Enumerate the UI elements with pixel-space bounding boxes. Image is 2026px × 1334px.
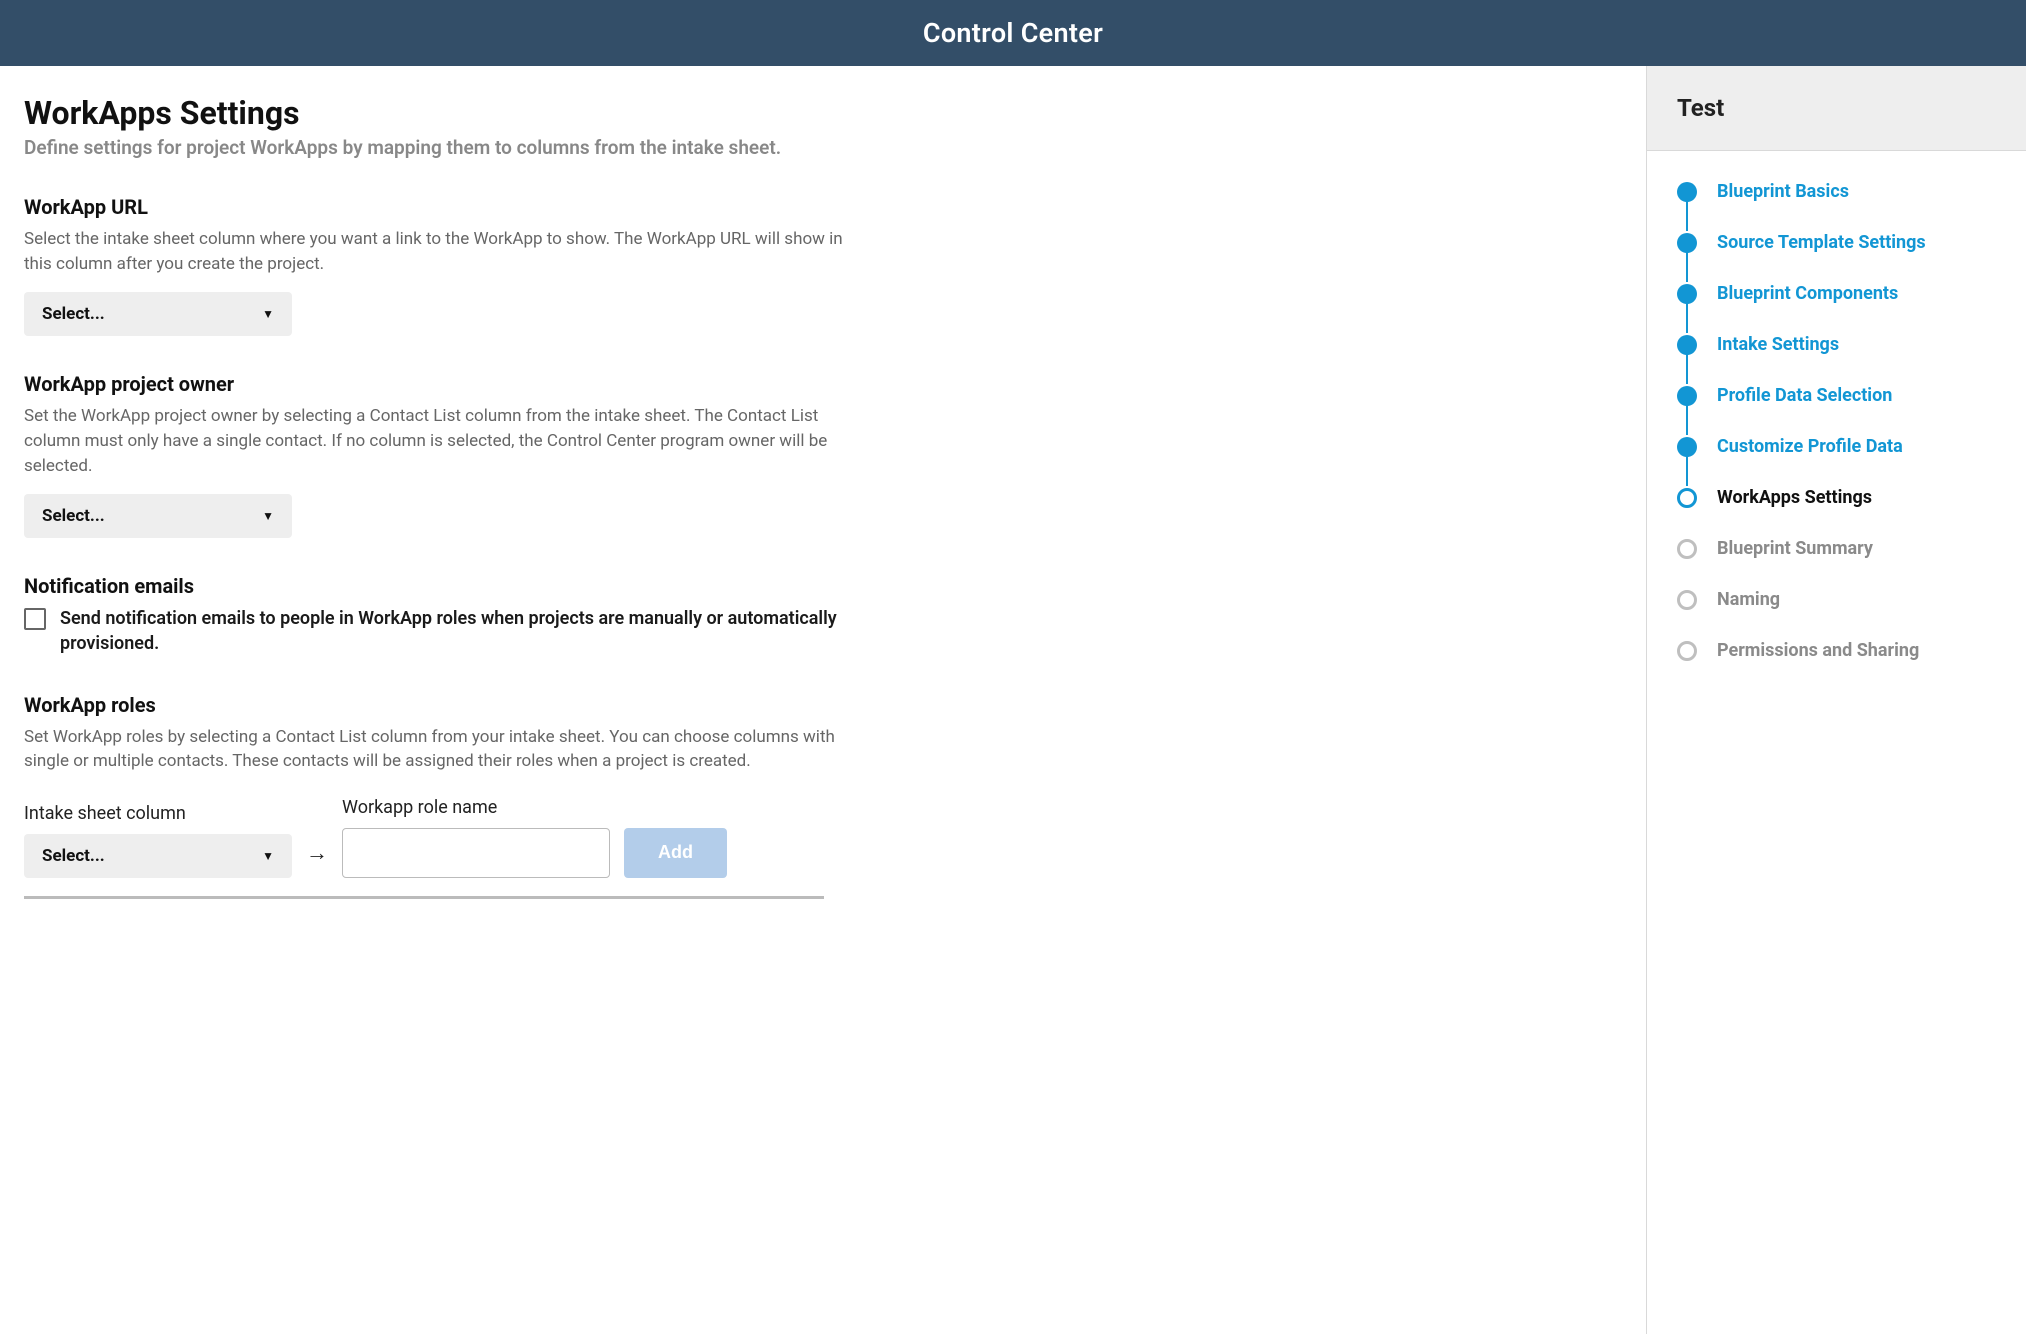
step-label: Permissions and Sharing bbox=[1717, 640, 1919, 661]
select-workapp-owner-label: Select... bbox=[42, 506, 105, 526]
desc-workapp-owner: Set the WorkApp project owner by selecti… bbox=[24, 404, 844, 478]
step-item[interactable]: Blueprint Components bbox=[1677, 283, 2006, 304]
section-workapp-roles: WorkApp roles Set WorkApp roles by selec… bbox=[24, 693, 844, 899]
step-label: Blueprint Summary bbox=[1717, 538, 1873, 559]
topbar-title: Control Center bbox=[923, 17, 1103, 49]
step-connector bbox=[1686, 609, 1688, 639]
section-notification-emails: Notification emails Send notification em… bbox=[24, 574, 844, 656]
checkbox-send-notifications-label: Send notification emails to people in Wo… bbox=[60, 606, 844, 656]
step-connector bbox=[1686, 201, 1688, 231]
heading-workapp-roles: WorkApp roles bbox=[24, 693, 844, 717]
section-workapp-url: WorkApp URL Select the intake sheet colu… bbox=[24, 195, 844, 336]
step-dot-icon bbox=[1677, 284, 1697, 304]
chevron-down-icon: ▼ bbox=[262, 509, 274, 523]
step-item[interactable]: WorkApps Settings bbox=[1677, 487, 2006, 508]
select-workapp-url-label: Select... bbox=[42, 304, 105, 324]
step-item[interactable]: Source Template Settings bbox=[1677, 232, 2006, 253]
step-label: Blueprint Components bbox=[1717, 283, 1898, 304]
section-workapp-owner: WorkApp project owner Set the WorkApp pr… bbox=[24, 372, 844, 538]
select-intake-column-label: Select... bbox=[42, 846, 105, 866]
step-label: Intake Settings bbox=[1717, 334, 1839, 355]
steps-list: Blueprint Basics Source Template Settings… bbox=[1647, 151, 2026, 681]
desc-workapp-roles: Set WorkApp roles by selecting a Contact… bbox=[24, 725, 844, 774]
step-item[interactable]: Intake Settings bbox=[1677, 334, 2006, 355]
divider bbox=[24, 896, 824, 899]
step-item: Blueprint Summary bbox=[1677, 538, 2006, 559]
step-item[interactable]: Profile Data Selection bbox=[1677, 385, 2006, 406]
chevron-down-icon: ▼ bbox=[262, 307, 274, 321]
step-label: Source Template Settings bbox=[1717, 232, 1926, 253]
step-dot-icon bbox=[1677, 590, 1697, 610]
step-dot-icon bbox=[1677, 386, 1697, 406]
select-intake-column[interactable]: Select... ▼ bbox=[24, 834, 292, 878]
chevron-down-icon: ▼ bbox=[262, 849, 274, 863]
step-dot-icon bbox=[1677, 182, 1697, 202]
step-connector bbox=[1686, 507, 1688, 537]
step-label: Profile Data Selection bbox=[1717, 385, 1892, 406]
step-connector bbox=[1686, 354, 1688, 384]
main-content: WorkApps Settings Define settings for pr… bbox=[0, 66, 1646, 1334]
step-connector bbox=[1686, 456, 1688, 486]
page-title: WorkApps Settings bbox=[24, 94, 1622, 132]
step-item: Permissions and Sharing bbox=[1677, 640, 2006, 661]
step-label: WorkApps Settings bbox=[1717, 487, 1872, 508]
topbar: Control Center bbox=[0, 0, 2026, 66]
heading-workapp-url: WorkApp URL bbox=[24, 195, 844, 219]
step-connector bbox=[1686, 405, 1688, 435]
step-dot-icon bbox=[1677, 233, 1697, 253]
step-label: Customize Profile Data bbox=[1717, 436, 1903, 457]
page-subtitle: Define settings for project WorkApps by … bbox=[24, 136, 1622, 159]
step-item[interactable]: Blueprint Basics bbox=[1677, 181, 2006, 202]
checkbox-send-notifications[interactable] bbox=[24, 608, 46, 630]
step-dot-icon bbox=[1677, 641, 1697, 661]
step-dot-icon bbox=[1677, 335, 1697, 355]
label-intake-column: Intake sheet column bbox=[24, 803, 292, 824]
label-workapp-role-name: Workapp role name bbox=[342, 797, 610, 818]
sidebar-title: Test bbox=[1647, 66, 2026, 151]
step-label: Blueprint Basics bbox=[1717, 181, 1849, 202]
select-workapp-url[interactable]: Select... ▼ bbox=[24, 292, 292, 336]
step-item: Naming bbox=[1677, 589, 2006, 610]
add-role-button[interactable]: Add bbox=[624, 828, 727, 878]
step-dot-icon bbox=[1677, 539, 1697, 559]
select-workapp-owner[interactable]: Select... ▼ bbox=[24, 494, 292, 538]
step-connector bbox=[1686, 558, 1688, 588]
step-connector bbox=[1686, 303, 1688, 333]
heading-workapp-owner: WorkApp project owner bbox=[24, 372, 844, 396]
heading-notification-emails: Notification emails bbox=[24, 574, 844, 598]
arrow-icon: → bbox=[306, 840, 328, 878]
sidebar: Test Blueprint Basics Source Template Set… bbox=[1646, 66, 2026, 1334]
step-dot-icon bbox=[1677, 488, 1697, 508]
desc-workapp-url: Select the intake sheet column where you… bbox=[24, 227, 844, 276]
step-label: Naming bbox=[1717, 589, 1780, 610]
step-connector bbox=[1686, 252, 1688, 282]
input-workapp-role-name[interactable] bbox=[342, 828, 610, 878]
step-dot-icon bbox=[1677, 437, 1697, 457]
step-item[interactable]: Customize Profile Data bbox=[1677, 436, 2006, 457]
